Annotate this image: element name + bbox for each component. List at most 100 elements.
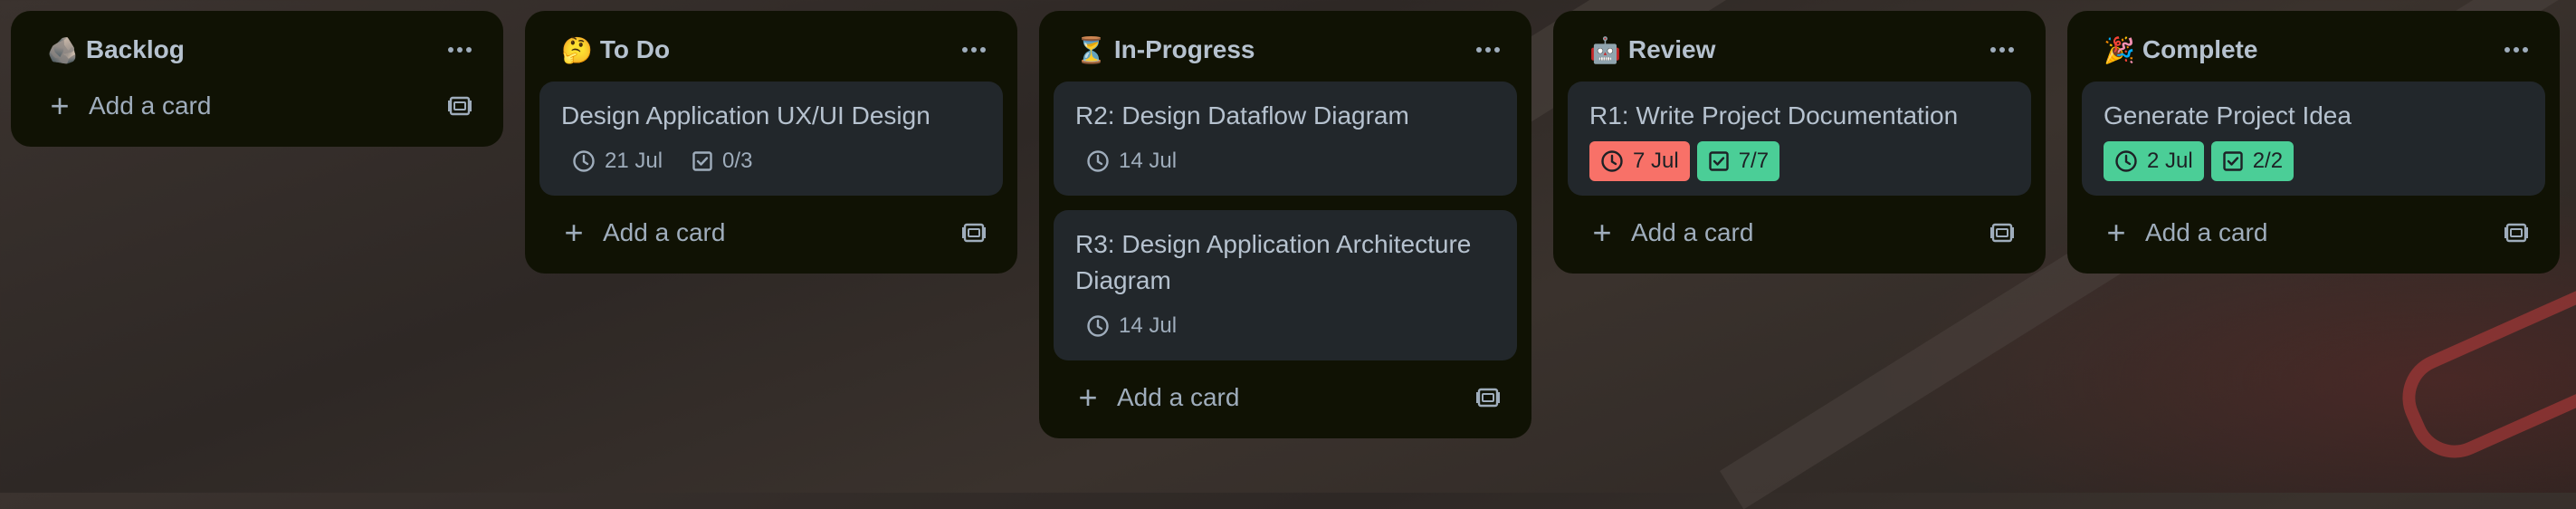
clock-icon xyxy=(1087,150,1109,172)
list-emoji: 🎉 xyxy=(2104,35,2135,64)
add-card-row: + Add a card xyxy=(25,78,489,134)
card-template-icon xyxy=(1990,223,2014,243)
card-title: R2: Design Dataflow Diagram xyxy=(1075,101,1409,130)
list-header[interactable]: 🪨 Backlog xyxy=(25,22,489,78)
list-title-text: Complete xyxy=(2142,35,2258,63)
due-date-text: 2 Jul xyxy=(2147,149,2193,173)
card[interactable]: R1: Write Project Documentation 7 Jul 7/… xyxy=(1568,82,2031,196)
add-card-label: Add a card xyxy=(1631,218,1754,246)
create-from-template-button[interactable] xyxy=(956,215,992,251)
list-emoji: 🤔 xyxy=(561,35,593,64)
card[interactable]: R2: Design Dataflow Diagram 14 Jul xyxy=(1054,82,1517,196)
list-title[interactable]: 🤔 To Do xyxy=(561,35,670,65)
plus-icon: + xyxy=(1592,214,1612,251)
create-from-template-button[interactable] xyxy=(1984,215,2020,251)
create-from-template-button[interactable] xyxy=(2498,215,2534,251)
clock-icon xyxy=(2115,150,2137,172)
card-badges: 21 Jul 0/3 xyxy=(561,141,981,181)
card[interactable]: Design Application UX/UI Design 21 Jul 0… xyxy=(539,82,1003,196)
list-emoji: ⏳ xyxy=(1075,35,1107,64)
list-header[interactable]: 🤔 To Do xyxy=(539,22,1003,78)
list-backlog: 🪨 Backlog + Add a card xyxy=(11,11,503,147)
list-title-text: In-Progress xyxy=(1113,35,1255,63)
list-title-text: Review xyxy=(1627,35,1716,63)
add-card-button[interactable]: + Add a card xyxy=(1075,379,1239,417)
due-date-text: 7 Jul xyxy=(1633,149,1679,173)
card-template-icon xyxy=(2504,223,2528,243)
card[interactable]: Generate Project Idea 2 Jul 2/2 xyxy=(2082,82,2545,196)
add-card-row: + Add a card xyxy=(1054,370,1517,426)
board: 🪨 Backlog + Add a card 🤔 To Do Design Ap… xyxy=(11,11,2560,438)
plus-icon: + xyxy=(2106,214,2126,251)
card-template-icon xyxy=(1476,388,1500,408)
add-card-button[interactable]: + Add a card xyxy=(2104,214,2267,252)
card[interactable]: R3: Design Application Architecture Diag… xyxy=(1054,210,1517,360)
checkbox-icon xyxy=(2223,151,2243,171)
checklist-text: 7/7 xyxy=(1738,149,1770,173)
list-complete: 🎉 Complete Generate Project Idea 2 Jul 2… xyxy=(2067,11,2560,274)
card-template-icon xyxy=(962,223,986,243)
list-emoji: 🤖 xyxy=(1589,35,1621,64)
list-menu-button[interactable] xyxy=(2495,28,2538,72)
checklist-text: 0/3 xyxy=(722,149,753,173)
more-horizontal-icon xyxy=(2504,47,2528,53)
add-card-row: + Add a card xyxy=(1568,205,2031,261)
card-list: Design Application UX/UI Design 21 Jul 0… xyxy=(539,82,1003,196)
list-title[interactable]: 🤖 Review xyxy=(1589,35,1715,65)
list-title-text: Backlog xyxy=(85,35,185,63)
add-card-button[interactable]: + Add a card xyxy=(1589,214,1753,252)
checklist-badge-complete: 2/2 xyxy=(2210,141,2295,181)
list-review: 🤖 Review R1: Write Project Documentation… xyxy=(1553,11,2046,274)
due-date-badge[interactable]: 14 Jul xyxy=(1075,141,1188,181)
list-title[interactable]: 🪨 Backlog xyxy=(47,35,185,65)
card-badges: 2 Jul 2/2 xyxy=(2104,141,2524,181)
add-card-row: + Add a card xyxy=(2082,205,2545,261)
due-date-badge[interactable]: 21 Jul xyxy=(561,141,673,181)
list-menu-button[interactable] xyxy=(438,28,482,72)
list-menu-button[interactable] xyxy=(1466,28,1510,72)
card-template-icon xyxy=(448,96,472,116)
list-title[interactable]: 🎉 Complete xyxy=(2104,35,2257,65)
add-card-label: Add a card xyxy=(89,91,212,120)
list-header[interactable]: 🤖 Review xyxy=(1568,22,2031,78)
create-from-template-button[interactable] xyxy=(1470,379,1506,416)
card-list: Generate Project Idea 2 Jul 2/2 xyxy=(2082,82,2545,196)
plus-icon: + xyxy=(1078,379,1098,416)
card-list: R1: Write Project Documentation 7 Jul 7/… xyxy=(1568,82,2031,196)
plus-icon: + xyxy=(564,214,584,251)
card-title: R3: Design Application Architecture Diag… xyxy=(1075,230,1472,294)
due-date-text: 14 Jul xyxy=(1119,149,1178,173)
add-card-button[interactable]: + Add a card xyxy=(561,214,725,252)
card-badges: 14 Jul xyxy=(1075,306,1495,346)
list-header[interactable]: ⏳ In-Progress xyxy=(1054,22,1517,78)
add-card-label: Add a card xyxy=(2145,218,2268,246)
due-date-text: 21 Jul xyxy=(605,149,663,173)
more-horizontal-icon xyxy=(448,47,472,53)
add-card-button[interactable]: + Add a card xyxy=(47,87,211,125)
add-card-label: Add a card xyxy=(603,218,726,246)
checklist-badge-complete: 7/7 xyxy=(1696,141,1780,181)
list-to-do: 🤔 To Do Design Application UX/UI Design … xyxy=(525,11,1017,274)
list-menu-button[interactable] xyxy=(952,28,996,72)
clock-icon xyxy=(573,150,595,172)
plus-icon: + xyxy=(50,87,70,124)
add-card-label: Add a card xyxy=(1117,383,1240,411)
list-menu-button[interactable] xyxy=(1980,28,2024,72)
card-title: R1: Write Project Documentation xyxy=(1589,101,1959,130)
create-from-template-button[interactable] xyxy=(442,88,478,124)
due-date-badge-complete[interactable]: 2 Jul xyxy=(2104,141,2204,181)
checkbox-icon xyxy=(1709,151,1729,171)
list-emoji: 🪨 xyxy=(47,35,79,64)
card-title: Generate Project Idea xyxy=(2104,101,2352,130)
card-list: R2: Design Dataflow Diagram 14 Jul R3: D… xyxy=(1054,82,1517,360)
card-badges: 14 Jul xyxy=(1075,141,1495,181)
clock-icon xyxy=(1601,150,1623,172)
list-title[interactable]: ⏳ In-Progress xyxy=(1075,35,1255,65)
list-header[interactable]: 🎉 Complete xyxy=(2082,22,2545,78)
due-date-badge[interactable]: 14 Jul xyxy=(1075,306,1188,346)
card-title: Design Application UX/UI Design xyxy=(561,101,930,130)
due-date-text: 14 Jul xyxy=(1119,313,1178,338)
more-horizontal-icon xyxy=(1476,47,1500,53)
list-title-text: To Do xyxy=(599,35,671,63)
due-date-badge-overdue[interactable]: 7 Jul xyxy=(1589,141,1690,181)
